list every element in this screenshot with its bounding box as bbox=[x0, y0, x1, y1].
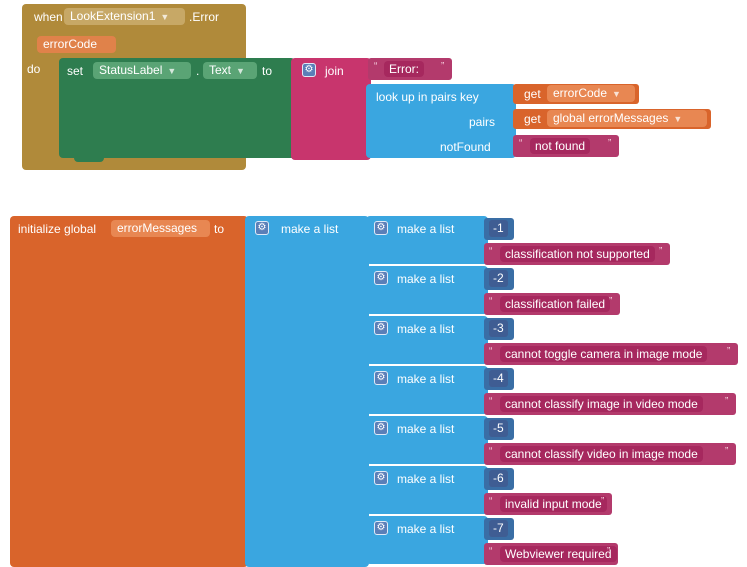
notfound-text-value[interactable]: not found bbox=[530, 138, 591, 154]
set-component-label: StatusLabel bbox=[99, 63, 163, 77]
lookup-key-label: look up in pairs key bbox=[376, 90, 479, 104]
chevron-down-icon: ▼ bbox=[236, 66, 245, 76]
error-message-value[interactable]: cannot toggle camera in image mode bbox=[500, 346, 708, 362]
inner-make-a-list-label: make a list bbox=[397, 472, 455, 486]
quote-icon: “ bbox=[489, 446, 493, 457]
get-label: get bbox=[524, 112, 541, 126]
gear-icon[interactable]: ⚙ bbox=[374, 421, 388, 435]
chevron-down-icon: ▼ bbox=[160, 12, 170, 22]
quote-icon: ” bbox=[608, 138, 612, 149]
quote-icon: “ bbox=[489, 296, 493, 307]
quote-icon: ” bbox=[727, 346, 731, 357]
event-param-errorcode[interactable]: errorCode bbox=[37, 36, 116, 53]
error-code-value[interactable]: -1 bbox=[489, 220, 508, 237]
error-text-value[interactable]: Error: bbox=[384, 61, 424, 77]
quote-icon: ” bbox=[725, 396, 729, 407]
lookup-notfound-label: notFound bbox=[440, 140, 491, 154]
gear-icon[interactable]: ⚙ bbox=[374, 271, 388, 285]
gear-icon[interactable]: ⚙ bbox=[374, 221, 388, 235]
event-name-label: .Error bbox=[189, 10, 219, 24]
quote-icon: “ bbox=[374, 61, 378, 72]
quote-icon: ” bbox=[601, 496, 605, 507]
error-message-value[interactable]: classification failed bbox=[500, 296, 611, 312]
event-do-label: do bbox=[27, 62, 41, 76]
gear-icon[interactable]: ⚙ bbox=[302, 63, 316, 77]
outer-make-a-list-label: make a list bbox=[281, 222, 339, 236]
inner-make-a-list-label: make a list bbox=[397, 222, 455, 236]
get-errormessages-value: global errorMessages bbox=[553, 111, 669, 125]
global-var-name-field[interactable]: errorMessages bbox=[111, 220, 210, 237]
set-property-label: Text bbox=[209, 63, 232, 77]
error-message-value[interactable]: invalid input mode bbox=[500, 496, 607, 512]
inner-make-a-list-label: make a list bbox=[397, 372, 455, 386]
quote-icon: “ bbox=[489, 246, 493, 257]
gear-icon[interactable]: ⚙ bbox=[374, 471, 388, 485]
set-to-label: to bbox=[262, 64, 273, 78]
initialize-to-label: to bbox=[214, 222, 225, 236]
get-errormessages-dropdown[interactable]: global errorMessages ▼ bbox=[547, 110, 707, 127]
set-label: set bbox=[67, 64, 84, 78]
chevron-down-icon: ▼ bbox=[612, 89, 621, 99]
get-errorcode-dropdown[interactable]: errorCode ▼ bbox=[547, 85, 635, 102]
quote-icon: “ bbox=[519, 138, 523, 149]
quote-icon: ” bbox=[725, 446, 729, 457]
quote-icon: “ bbox=[489, 396, 493, 407]
error-code-value[interactable]: -5 bbox=[489, 420, 508, 437]
get-label: get bbox=[524, 87, 541, 101]
error-message-value[interactable]: classification not supported bbox=[500, 246, 655, 262]
quote-icon: ” bbox=[607, 546, 611, 557]
error-code-value[interactable]: -2 bbox=[489, 270, 508, 287]
event-component-label: LookExtension1 bbox=[70, 9, 156, 23]
gear-icon[interactable]: ⚙ bbox=[374, 521, 388, 535]
quote-icon: “ bbox=[489, 346, 493, 357]
error-code-value[interactable]: -7 bbox=[489, 520, 508, 537]
quote-icon: ” bbox=[659, 246, 663, 257]
quote-icon: “ bbox=[489, 496, 493, 507]
inner-make-a-list-label: make a list bbox=[397, 322, 455, 336]
error-message-value[interactable]: cannot classify image in video mode bbox=[500, 396, 703, 412]
chevron-down-icon: ▼ bbox=[673, 114, 683, 124]
error-code-value[interactable]: -3 bbox=[489, 320, 508, 337]
error-code-value[interactable]: -4 bbox=[489, 370, 508, 387]
gear-icon[interactable]: ⚙ bbox=[374, 321, 388, 335]
get-errorcode-value: errorCode bbox=[553, 86, 608, 100]
event-when-label: when bbox=[34, 10, 63, 24]
initialize-global-label: initialize global bbox=[18, 222, 97, 236]
error-code-value[interactable]: -6 bbox=[489, 470, 508, 487]
inner-make-a-list-label: make a list bbox=[397, 422, 455, 436]
set-property-dropdown[interactable]: Text ▼ bbox=[203, 62, 257, 79]
error-message-value[interactable]: cannot classify video in image mode bbox=[500, 446, 703, 462]
set-component-dropdown[interactable]: StatusLabel ▼ bbox=[93, 62, 191, 79]
set-dot-label: . bbox=[196, 64, 200, 78]
quote-icon: ” bbox=[441, 61, 445, 72]
gear-icon[interactable]: ⚙ bbox=[255, 221, 269, 235]
quote-icon: “ bbox=[489, 546, 493, 557]
join-label: join bbox=[325, 64, 344, 78]
quote-icon: ” bbox=[609, 296, 613, 307]
initialize-global-block[interactable] bbox=[10, 216, 248, 567]
gear-icon[interactable]: ⚙ bbox=[374, 371, 388, 385]
chevron-down-icon: ▼ bbox=[167, 66, 177, 76]
inner-make-a-list-label: make a list bbox=[397, 522, 455, 536]
event-component-dropdown[interactable]: LookExtension1 ▼ bbox=[64, 8, 185, 25]
set-block-notch bbox=[74, 156, 104, 162]
error-message-value[interactable]: Webviewer required bbox=[500, 546, 617, 562]
outer-make-a-list-block[interactable] bbox=[245, 216, 369, 567]
lookup-pairs-label: pairs bbox=[469, 115, 496, 129]
inner-make-a-list-label: make a list bbox=[397, 272, 455, 286]
